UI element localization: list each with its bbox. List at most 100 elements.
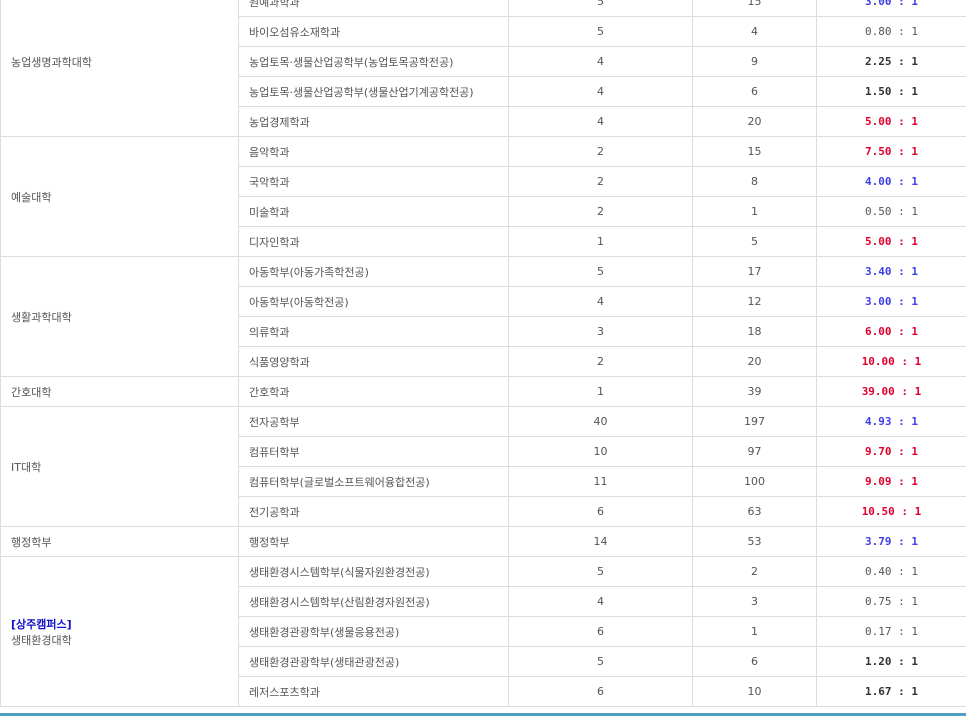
applicants-value: 53	[692, 526, 817, 557]
applicants-value: 1	[692, 196, 817, 227]
college-cell: IT대학	[0, 406, 239, 527]
department-name: 전자공학부	[238, 406, 509, 437]
competition-ratio: 0.75 : 1	[816, 586, 966, 617]
applicants-value: 20	[692, 346, 817, 377]
college-name: 행정학부	[11, 535, 52, 549]
competition-ratio: 3.00 : 1	[816, 0, 966, 17]
college-cell: 농업생명과학대학	[0, 0, 239, 137]
department-name: 아동학부(아동학전공)	[238, 286, 509, 317]
quota-value: 2	[508, 196, 693, 227]
department-name: 디자인학과	[238, 226, 509, 257]
quota-value: 6	[508, 616, 693, 647]
competition-ratio: 2.25 : 1	[816, 46, 966, 77]
applicants-value: 197	[692, 406, 817, 437]
competition-ratio: 0.40 : 1	[816, 556, 966, 587]
quota-value: 2	[508, 136, 693, 167]
quota-value: 14	[508, 526, 693, 557]
competition-ratio: 0.80 : 1	[816, 16, 966, 47]
competition-ratio: 9.09 : 1	[816, 466, 966, 497]
competition-ratio-table: 농업생명과학대학 원예과학과 5 15 3.00 : 1 바이오섬유소재학과 5 4 0.80 …	[0, 0, 966, 707]
applicants-value: 5	[692, 226, 817, 257]
applicants-value: 6	[692, 76, 817, 107]
competition-ratio: 1.50 : 1	[816, 76, 966, 107]
table-row: 생활과학대학 아동학부(아동가족학전공) 5 17 3.40 : 1	[0, 256, 966, 377]
competition-ratio: 0.50 : 1	[816, 196, 966, 227]
department-name: 생태환경관광학부(생물응용전공)	[238, 616, 509, 647]
table-row: 간호대학 간호학과 1 39 39.00 : 1	[0, 376, 966, 407]
competition-ratio: 1.20 : 1	[816, 646, 966, 677]
applicants-value: 1	[692, 616, 817, 647]
competition-ratio: 4.93 : 1	[816, 406, 966, 437]
competition-ratio: 4.00 : 1	[816, 166, 966, 197]
department-name: 컴퓨터학부(글로벌소프트웨어융합전공)	[238, 466, 509, 497]
table-row: 행정학부 행정학부 14 53 3.79 : 1	[0, 526, 966, 557]
applicants-value: 20	[692, 106, 817, 137]
competition-ratio: 3.40 : 1	[816, 256, 966, 287]
college-cell: 행정학부	[0, 526, 239, 557]
competition-ratio: 5.00 : 1	[816, 106, 966, 137]
applicants-value: 10	[692, 676, 817, 707]
quota-value: 5	[508, 556, 693, 587]
applicants-value: 2	[692, 556, 817, 587]
quota-value: 2	[508, 346, 693, 377]
department-name: 컴퓨터학부	[238, 436, 509, 467]
quota-value: 5	[508, 646, 693, 677]
quota-value: 5	[508, 16, 693, 47]
department-name: 행정학부	[238, 526, 509, 557]
applicants-value: 6	[692, 646, 817, 677]
department-name: 미술학과	[238, 196, 509, 227]
department-name: 간호학과	[238, 376, 509, 407]
department-name: 음악학과	[238, 136, 509, 167]
quota-value: 4	[508, 46, 693, 77]
department-name: 생태환경시스템학부(산림환경자원전공)	[238, 586, 509, 617]
department-name: 원예과학과	[238, 0, 509, 17]
quota-value: 2	[508, 166, 693, 197]
applicants-value: 17	[692, 256, 817, 287]
quota-value: 6	[508, 676, 693, 707]
quota-value: 4	[508, 586, 693, 617]
quota-value: 5	[508, 256, 693, 287]
college-name: 생활과학대학	[11, 310, 72, 324]
competition-ratio: 9.70 : 1	[816, 436, 966, 467]
applicants-value: 4	[692, 16, 817, 47]
college-name: 간호대학	[11, 385, 52, 399]
quota-value: 11	[508, 466, 693, 497]
college-name: 예술대학	[11, 190, 52, 204]
department-name: 생태환경시스템학부(식물자원환경전공)	[238, 556, 509, 587]
competition-ratio: 1.67 : 1	[816, 676, 966, 707]
table-row: 예술대학 음악학과 2 15 7.50 : 1	[0, 136, 966, 257]
department-name: 농업토목·생물산업공학부(농업토목공학전공)	[238, 46, 509, 77]
applicants-value: 9	[692, 46, 817, 77]
department-name: 바이오섬유소재학과	[238, 16, 509, 47]
competition-ratio: 10.50 : 1	[816, 496, 966, 527]
competition-ratio: 10.00 : 1	[816, 346, 966, 377]
quota-value: 40	[508, 406, 693, 437]
department-name: 생태환경관광학부(생태관광전공)	[238, 646, 509, 677]
quota-value: 5	[508, 0, 693, 17]
department-name: 의류학과	[238, 316, 509, 347]
quota-value: 6	[508, 496, 693, 527]
quota-value: 4	[508, 76, 693, 107]
table-row: [상주캠퍼스] 생태환경대학 생태환경시스템학부(식물자원환경전공) 5 2 0.40 :…	[0, 556, 966, 707]
department-name: 식품영양학과	[238, 346, 509, 377]
applicants-value: 3	[692, 586, 817, 617]
applicants-value: 8	[692, 166, 817, 197]
department-name: 농업토목·생물산업공학부(생물산업기계공학전공)	[238, 76, 509, 107]
quota-value: 10	[508, 436, 693, 467]
quota-value: 1	[508, 376, 693, 407]
department-name: 전기공학과	[238, 496, 509, 527]
college-cell: 생활과학대학	[0, 256, 239, 377]
college-cell: [상주캠퍼스] 생태환경대학	[0, 556, 239, 707]
college-name: 생태환경대학	[11, 633, 72, 647]
applicants-value: 15	[692, 136, 817, 167]
applicants-value: 63	[692, 496, 817, 527]
competition-ratio: 5.00 : 1	[816, 226, 966, 257]
department-name: 레저스포츠학과	[238, 676, 509, 707]
department-name: 농업경제학과	[238, 106, 509, 137]
competition-ratio: 7.50 : 1	[816, 136, 966, 167]
campus-label: [상주캠퍼스]	[11, 617, 72, 631]
table-body: 농업생명과학대학 원예과학과 5 15 3.00 : 1 바이오섬유소재학과 5 4 0.80 …	[0, 0, 966, 707]
competition-ratio: 3.00 : 1	[816, 286, 966, 317]
college-name: IT대학	[11, 460, 42, 474]
competition-ratio: 0.17 : 1	[816, 616, 966, 647]
